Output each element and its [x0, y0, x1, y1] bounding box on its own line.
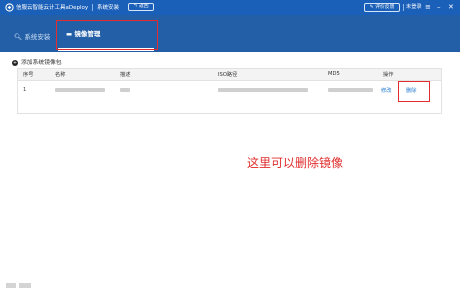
add-image-button[interactable]: + 添加系统镜像包	[12, 57, 62, 66]
app-title: 信服云智能云计工具aDeploy	[16, 5, 89, 11]
annotation-text: 这里可以删除镜像	[247, 156, 344, 170]
table-header: 序号 名称 描述 ISO路径 MD5 操作	[18, 69, 441, 81]
column-header: 操作	[383, 72, 394, 78]
back-arrow-icon: ↰	[133, 4, 138, 9]
current-section-label: 系统安装	[97, 5, 120, 11]
delete-highlight-box	[398, 81, 430, 102]
redacted-md5	[328, 88, 373, 92]
plus-icon: +	[12, 59, 18, 66]
redacted-name	[55, 88, 105, 92]
column-header: ISO路径	[218, 72, 238, 78]
app-logo-icon	[5, 3, 14, 12]
feedback-button-label: 评价反馈	[375, 5, 395, 10]
column-header: 描述	[120, 72, 131, 78]
image-table: 序号 名称 描述 ISO路径 MD5 操作 1 修改 删除	[17, 68, 442, 114]
close-icon[interactable]: ✕	[448, 2, 454, 12]
column-header: MD5	[328, 71, 340, 77]
column-header: 序号	[23, 72, 34, 78]
feedback-button[interactable]: ✎ 评价反馈	[364, 3, 400, 12]
redacted-description	[120, 88, 130, 92]
title-bar: 信服云智能云计工具aDeploy 系统安装 ↰ 返回 ✎ 评价反馈 未登录 ≡ …	[0, 0, 460, 15]
redacted-iso-path	[218, 88, 308, 92]
column-header: 名称	[55, 72, 66, 78]
title-separator	[403, 4, 404, 11]
row-index: 1	[23, 87, 27, 93]
highlight-box	[56, 20, 158, 50]
minimize-icon[interactable]: –	[437, 2, 441, 12]
edit-icon: ✎	[369, 5, 374, 10]
search-icon: 🔍︎	[14, 33, 23, 41]
tab-system-install-label: 系统安装	[24, 33, 51, 41]
tab-system-install[interactable]: 🔍︎ 系统安装	[14, 31, 50, 41]
login-link[interactable]: 未登录	[406, 3, 422, 10]
edit-link[interactable]: 修改	[381, 87, 391, 94]
menu-icon[interactable]: ≡	[425, 2, 431, 12]
title-separator	[92, 4, 93, 11]
footer-logo	[6, 283, 16, 288]
footer-logo	[19, 283, 31, 288]
back-button-label: 返回	[138, 4, 149, 9]
add-image-label: 添加系统镜像包	[21, 60, 62, 66]
back-button[interactable]: ↰ 返回	[128, 3, 154, 11]
